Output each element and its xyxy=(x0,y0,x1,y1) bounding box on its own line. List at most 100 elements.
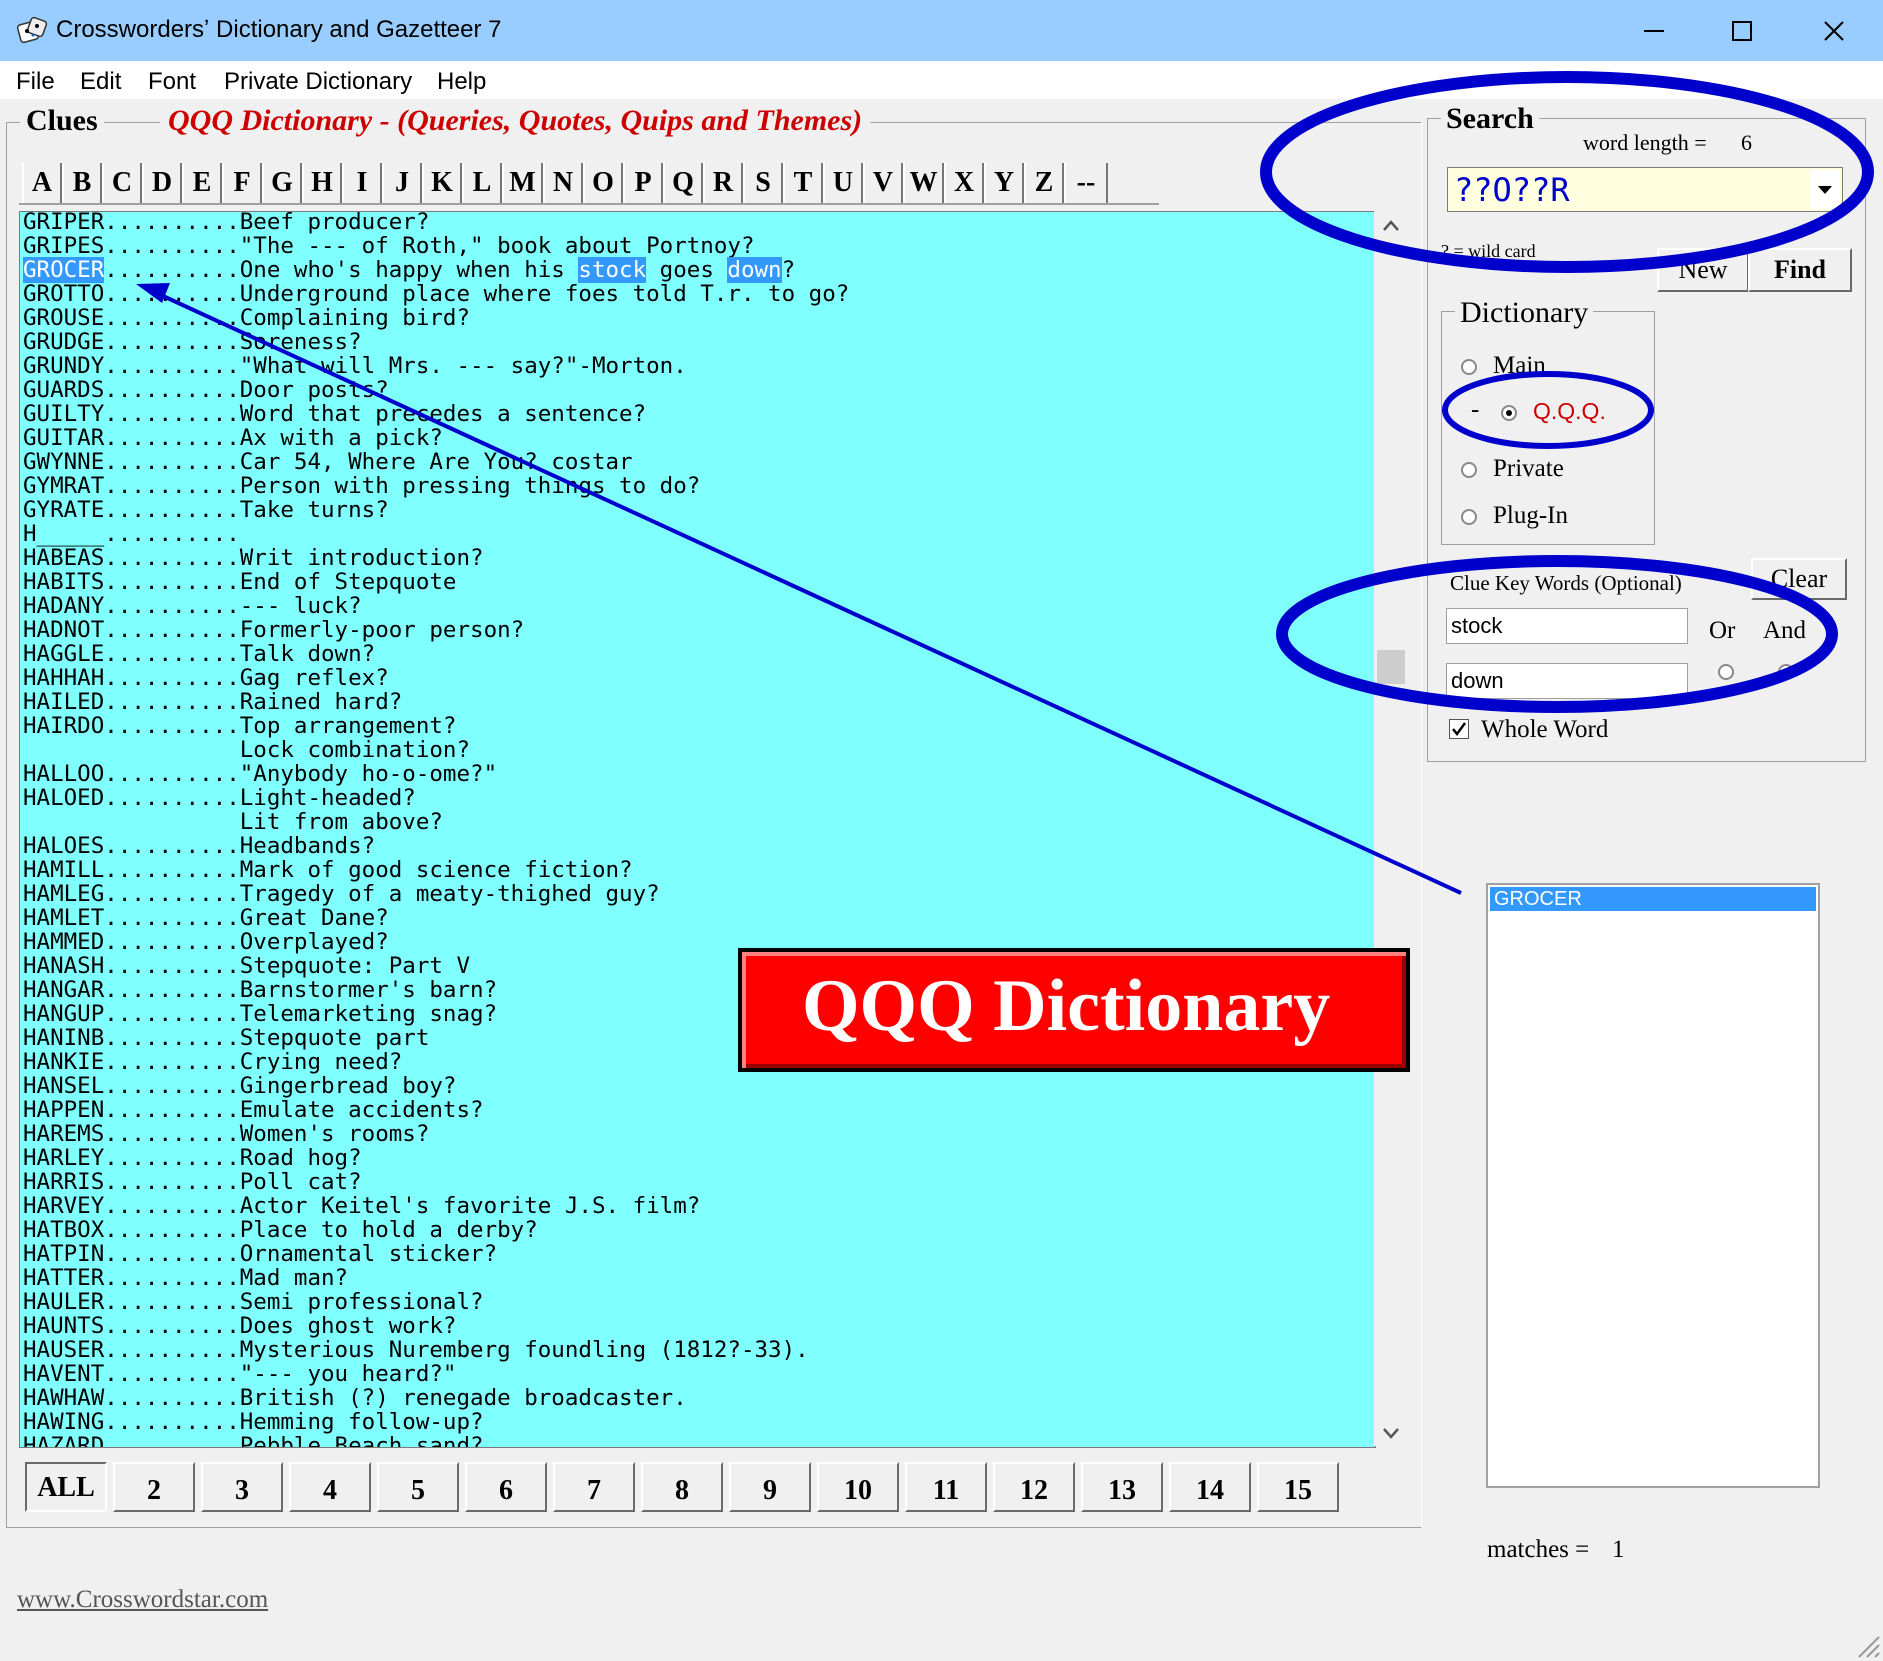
clue-list[interactable]: GRIPER..........Beef producer? GRIPES....… xyxy=(19,211,1376,1448)
length-button-15[interactable]: 15 xyxy=(1257,1462,1339,1512)
letter-tab-r[interactable]: R xyxy=(703,163,743,203)
keyword-input-2[interactable]: down xyxy=(1446,663,1688,699)
list-item[interactable]: HANSEL..........Gingerbread boy? xyxy=(23,1074,456,1098)
list-item[interactable]: HANKIE..........Crying need? xyxy=(23,1050,402,1074)
letter-tab-w[interactable]: W xyxy=(903,163,944,203)
list-item[interactable]: HAWING..........Hemming follow-up? xyxy=(23,1410,484,1434)
find-button[interactable]: Find xyxy=(1748,248,1852,292)
list-item[interactable]: HAZARD..........Pebble Beach sand? xyxy=(23,1434,484,1447)
results-list[interactable]: GROCER xyxy=(1486,883,1820,1488)
list-item[interactable]: HALLOO.........."Anybody ho-o-ome?" xyxy=(23,762,497,786)
list-item[interactable]: GYRATE..........Take turns? xyxy=(23,498,389,522)
menu-private-dictionary[interactable]: Private Dictionary xyxy=(224,68,412,96)
letter-tab-s[interactable]: S xyxy=(743,163,783,203)
letter-tab-h[interactable]: H xyxy=(302,163,342,203)
letter-tab-v[interactable]: V xyxy=(863,163,903,203)
letter-tab-a[interactable]: A xyxy=(22,163,62,203)
list-item[interactable]: GROUSE..........Complaining bird? xyxy=(23,306,470,330)
list-item[interactable]: HAWHAW..........British (?) renegade bro… xyxy=(23,1386,687,1410)
length-button-6[interactable]: 6 xyxy=(465,1462,547,1512)
letter-tab-g[interactable]: G xyxy=(262,163,302,203)
letter-tab-i[interactable]: I xyxy=(342,163,382,203)
list-item[interactable]: HADNOT..........Formerly-poor person? xyxy=(23,618,524,642)
pattern-dropdown-button[interactable] xyxy=(1810,170,1840,209)
list-item[interactable]: GUARDS..........Door posts? xyxy=(23,378,389,402)
clue-list-scrollbar[interactable] xyxy=(1374,211,1407,1446)
letter-tab-k[interactable]: K xyxy=(422,163,462,203)
length-button-11[interactable]: 11 xyxy=(905,1462,987,1512)
length-button-4[interactable]: 4 xyxy=(289,1462,371,1512)
length-button-13[interactable]: 13 xyxy=(1081,1462,1163,1512)
letter-tab-y[interactable]: Y xyxy=(984,163,1024,203)
maximize-button[interactable] xyxy=(1700,0,1784,61)
list-item[interactable]: HAIRDO..........Top arrangement? xyxy=(23,714,456,738)
list-item[interactable]: GRUDGE..........Soreness? xyxy=(23,330,362,354)
letter-tab-u[interactable]: U xyxy=(823,163,863,203)
close-button[interactable] xyxy=(1792,0,1876,61)
length-button-all[interactable]: ALL xyxy=(25,1462,107,1512)
letter-tab-t[interactable]: T xyxy=(783,163,823,203)
list-item[interactable]: HAMILL..........Mark of good science fic… xyxy=(23,858,633,882)
length-button-2[interactable]: 2 xyxy=(113,1462,195,1512)
length-button-14[interactable]: 14 xyxy=(1169,1462,1251,1512)
resize-grip-icon[interactable] xyxy=(1855,1633,1881,1659)
list-item[interactable]: HAGGLE..........Talk down? xyxy=(23,642,375,666)
dictionary-radio-1[interactable] xyxy=(1501,405,1517,421)
list-item[interactable]: HARRIS..........Poll cat? xyxy=(23,1170,362,1194)
menu-edit[interactable]: Edit xyxy=(80,68,121,96)
letter-tab-n[interactable]: N xyxy=(543,163,583,203)
scroll-thumb[interactable] xyxy=(1377,650,1405,684)
list-item[interactable]: HALOED..........Light-headed? xyxy=(23,786,416,810)
list-item[interactable]: HAMLEG..........Tragedy of a meaty-thigh… xyxy=(23,882,660,906)
list-item[interactable]: HANINB..........Stepquote part xyxy=(23,1026,429,1050)
letter-tab-j[interactable]: J xyxy=(382,163,422,203)
list-item[interactable]: GUITAR..........Ax with a pick? xyxy=(23,426,443,450)
list-item[interactable]: HARVEY..........Actor Keitel's favorite … xyxy=(23,1194,700,1218)
list-item[interactable]: HAILED..........Rained hard? xyxy=(23,690,402,714)
list-item[interactable]: GUILTY..........Word that precedes a sen… xyxy=(23,402,646,426)
keyword-input-1[interactable]: stock xyxy=(1446,608,1688,644)
dictionary-radio-3[interactable] xyxy=(1461,509,1477,525)
list-item[interactable]: Lock combination? xyxy=(23,738,470,762)
list-item[interactable]: H_____.......... xyxy=(23,522,240,546)
website-link[interactable]: www.Crosswordstar.com xyxy=(17,1586,268,1614)
length-button-10[interactable]: 10 xyxy=(817,1462,899,1512)
menu-file[interactable]: File xyxy=(16,68,55,96)
list-item[interactable]: GRIPES.........."The --- of Roth," book … xyxy=(23,234,755,258)
letter-tab-f[interactable]: F xyxy=(222,163,262,203)
letter-tab-e[interactable]: E xyxy=(182,163,222,203)
letter-tab-m[interactable]: M xyxy=(502,163,543,203)
scroll-down-icon[interactable] xyxy=(1382,1426,1400,1440)
list-item[interactable]: Lit from above? xyxy=(23,810,443,834)
and-radio[interactable] xyxy=(1778,664,1794,680)
length-button-3[interactable]: 3 xyxy=(201,1462,283,1512)
length-button-12[interactable]: 12 xyxy=(993,1462,1075,1512)
list-item[interactable]: GRIPER..........Beef producer? xyxy=(23,212,429,234)
menu-help[interactable]: Help xyxy=(437,68,486,96)
whole-word-checkbox[interactable] xyxy=(1449,719,1469,739)
menu-font[interactable]: Font xyxy=(148,68,196,96)
list-item[interactable]: HAHHAH..........Gag reflex? xyxy=(23,666,389,690)
dictionary-radio-2[interactable] xyxy=(1461,462,1477,478)
list-item[interactable]: GWYNNE..........Car 54, Where Are You? c… xyxy=(23,450,633,474)
list-item[interactable]: HAMMED..........Overplayed? xyxy=(23,930,389,954)
list-item[interactable]: GROCER..........One who's happy when his… xyxy=(23,257,795,283)
length-button-7[interactable]: 7 xyxy=(553,1462,635,1512)
list-item[interactable]: HAUSER..........Mysterious Nuremberg fou… xyxy=(23,1338,809,1362)
pattern-input[interactable]: ??O??R xyxy=(1447,167,1843,212)
dictionary-radio-0[interactable] xyxy=(1461,359,1477,375)
list-item[interactable]: HATTER..........Mad man? xyxy=(23,1266,348,1290)
length-button-9[interactable]: 9 xyxy=(729,1462,811,1512)
list-item[interactable]: HANGAR..........Barnstormer's barn? xyxy=(23,978,497,1002)
result-item[interactable]: GROCER xyxy=(1490,887,1816,911)
list-item[interactable]: HALOES..........Headbands? xyxy=(23,834,375,858)
list-item[interactable]: HABITS..........End of Stepquote xyxy=(23,570,456,594)
length-button-5[interactable]: 5 xyxy=(377,1462,459,1512)
list-item[interactable]: HAPPEN..........Emulate accidents? xyxy=(23,1098,484,1122)
letter-tab-d[interactable]: D xyxy=(142,163,182,203)
letter-tab-o[interactable]: O xyxy=(583,163,623,203)
list-item[interactable]: HAVENT.........."--- you heard?" xyxy=(23,1362,456,1386)
letter-tab-b[interactable]: B xyxy=(62,163,102,203)
letter-tab-l[interactable]: L xyxy=(462,163,502,203)
length-button-8[interactable]: 8 xyxy=(641,1462,723,1512)
